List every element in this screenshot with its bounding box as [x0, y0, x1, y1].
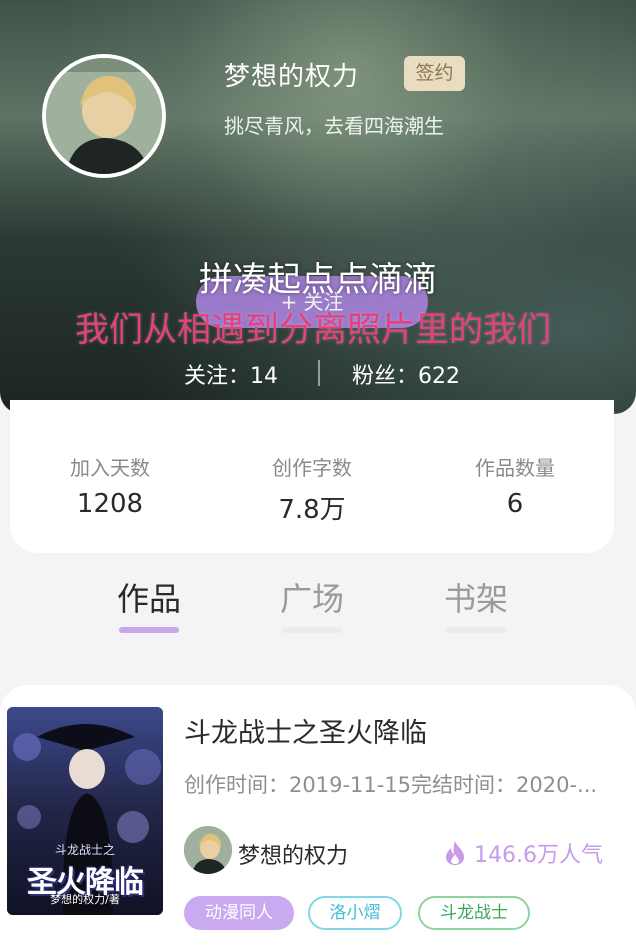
- fans-count[interactable]: 粉丝：622: [352, 358, 460, 390]
- tab-bar: 作品 广场 书架: [0, 560, 636, 660]
- stat-label: 创作字数: [272, 456, 352, 480]
- popularity-value: 146.6万人气: [474, 843, 603, 868]
- tab-indicator: [446, 627, 506, 633]
- stat-join-days: 加入天数 1208: [20, 452, 200, 519]
- stat-work-count: 作品数量 6: [425, 452, 605, 519]
- profile-bio: 挑尽青风，去看四海潮生: [224, 114, 444, 138]
- work-time: 创作时间：2019-11-15完结时间：2020-...: [184, 773, 598, 797]
- overlay-caption-line1: 拼凑起点点滴滴: [199, 260, 437, 300]
- overlay-caption-line2: 我们从相遇到分离照片里的我们: [75, 310, 551, 350]
- tab-bookshelf[interactable]: 书架: [416, 574, 536, 620]
- tag-character[interactable]: 洛小熠: [308, 896, 402, 930]
- tag-series[interactable]: 斗龙战士: [418, 896, 530, 930]
- profile-nickname: 梦想的权力: [224, 62, 360, 92]
- cover-author: 梦想的权力/著: [50, 893, 120, 906]
- stat-value: 6: [506, 489, 524, 519]
- author-name[interactable]: 梦想的权力: [238, 838, 348, 870]
- stats-card: 加入天数 1208 创作字数 7.8万 作品数量 6: [10, 400, 614, 553]
- profile-page: 梦想的权力 签约 挑尽青风，去看四海潮生 + 关注 拼凑起点点滴滴 我们从相遇到…: [0, 0, 636, 952]
- stat-label: 作品数量: [475, 456, 555, 480]
- signed-badge: 签约: [404, 56, 465, 91]
- stat-value: 1208: [76, 489, 144, 519]
- cover-top-text: 斗龙战士之: [54, 843, 115, 857]
- stat-value: 7.8万: [278, 495, 346, 525]
- tag-anime-fanfic[interactable]: 动漫同人: [184, 896, 294, 930]
- tab-square[interactable]: 广场: [252, 574, 372, 620]
- work-card[interactable]: 斗龙战士之 圣火降临 梦想的权力/著 斗龙战士之圣火降临 创作时间：2019-1…: [0, 685, 636, 952]
- stat-label: 加入天数: [70, 456, 150, 480]
- profile-avatar[interactable]: [42, 54, 166, 178]
- count-divider: [318, 360, 320, 386]
- popularity: 146.6万人气: [444, 837, 603, 869]
- stat-word-count: 创作字数 7.8万: [222, 452, 402, 526]
- work-title[interactable]: 斗龙战士之圣火降临: [184, 711, 427, 750]
- tab-works[interactable]: 作品: [89, 574, 209, 620]
- profile-header: 梦想的权力 签约 挑尽青风，去看四海潮生 + 关注 拼凑起点点滴滴 我们从相遇到…: [0, 0, 636, 414]
- flame-icon: [446, 841, 464, 865]
- book-cover[interactable]: 斗龙战士之 圣火降临 梦想的权力/著: [7, 707, 163, 915]
- tab-indicator-active: [119, 627, 179, 633]
- following-count[interactable]: 关注：14: [184, 358, 278, 390]
- author-avatar[interactable]: [184, 826, 232, 874]
- tab-indicator: [282, 627, 342, 633]
